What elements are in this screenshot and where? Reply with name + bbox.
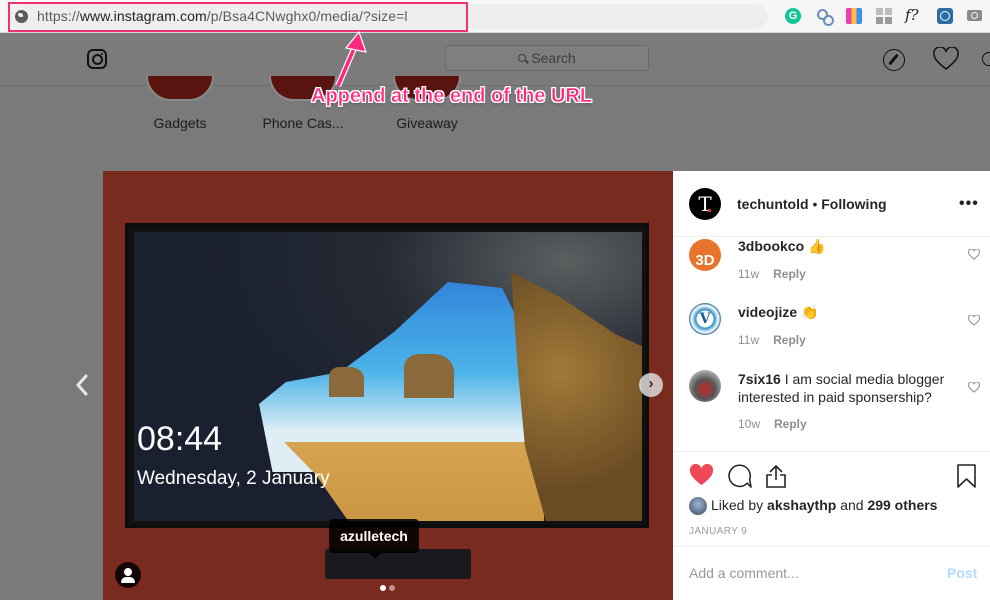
annotation-arrow-icon [335, 30, 367, 88]
save-bookmark-icon[interactable] [957, 464, 976, 488]
comment-like-heart-icon[interactable] [968, 382, 980, 393]
post-comment-button[interactable]: Post [947, 565, 977, 581]
comment-text: 7six16 I am social media blogger interes… [738, 370, 948, 406]
search-placeholder: Search [531, 50, 576, 66]
sea-stack [404, 354, 454, 398]
comment-age: 11w [738, 267, 760, 281]
comment-like-heart-icon[interactable] [968, 249, 980, 260]
comment-age: 10w [738, 417, 761, 431]
search-input[interactable]: Search [445, 45, 649, 71]
like-heart-icon[interactable] [689, 464, 714, 487]
owner-line: techuntold • Following [737, 196, 887, 212]
comment-text: videojize 👏 [738, 303, 948, 321]
highlight-label: Gadgets [153, 115, 207, 131]
comment-avatar[interactable]: 3D [689, 239, 721, 271]
carousel-dot-active [380, 585, 386, 591]
comment-avatar[interactable] [689, 370, 721, 402]
liked-by-prefix: Liked by [711, 497, 764, 513]
tv-stand [325, 549, 471, 579]
comment-username[interactable]: 3dbookco [738, 238, 804, 254]
owner-username[interactable]: techuntold [737, 196, 809, 212]
tv-image: 08:44 Wednesday, 2 January [125, 223, 649, 528]
post-header: T techuntold • Following ••• [673, 171, 990, 237]
url-highlight-box [8, 2, 468, 32]
add-comment-bar: Post [673, 546, 990, 600]
separator: • [812, 196, 818, 212]
explore-compass-icon[interactable] [883, 49, 905, 71]
sea-stack [329, 367, 364, 397]
owner-avatar[interactable]: T [689, 188, 721, 220]
more-options-icon[interactable]: ••• [959, 195, 979, 213]
lock-screen: 08:44 Wednesday, 2 January [134, 232, 642, 521]
post-sidebar: T techuntold • Following ••• 3D 3dbookco… [673, 171, 990, 600]
post-photo[interactable]: 08:44 Wednesday, 2 January azulletech [103, 171, 673, 600]
carousel-dot [389, 585, 395, 591]
link-icon[interactable] [816, 8, 834, 26]
comment-body: 👍 [808, 238, 826, 254]
previous-post-chevron-icon[interactable] [75, 373, 89, 397]
lock-time: 08:44 [137, 420, 223, 458]
likes-summary: Liked by akshaythp and 299 others [689, 497, 937, 516]
annotation-text: Append at the end of the URL [311, 85, 593, 108]
activity-heart-icon[interactable] [933, 47, 959, 71]
comments-list[interactable]: 3D 3dbookco 👍 11w Reply V videojize 👏 11w… [673, 237, 990, 451]
comment-meta: 10w Reply [738, 417, 807, 431]
search-icon [518, 54, 527, 62]
comment-meta: 11w Reply [738, 267, 806, 281]
comment-age: 11w [738, 333, 760, 347]
post-actions: Liked by akshaythp and 299 others JANUAR… [673, 451, 990, 546]
instagram-logo-icon[interactable] [87, 49, 107, 69]
comment-username[interactable]: 7six16 [738, 371, 781, 387]
share-icon[interactable] [765, 464, 787, 489]
next-image-button[interactable]: › [639, 373, 663, 397]
lock-date: Wednesday, 2 January [137, 468, 330, 489]
liked-by-and: and [840, 497, 864, 513]
carousel-indicator [380, 578, 398, 596]
liked-others-link[interactable]: 299 others [867, 497, 937, 513]
post-date[interactable]: JANUARY 9 [689, 526, 747, 537]
post-modal: 08:44 Wednesday, 2 January azulletech T … [103, 171, 990, 600]
reply-button[interactable]: Reply [774, 417, 807, 431]
profile-icon[interactable] [982, 52, 990, 66]
liker-avatar[interactable] [689, 497, 707, 516]
liked-by-user[interactable]: akshaythp [767, 497, 836, 513]
comment-text: 3dbookco 👍 [738, 237, 948, 255]
camera-icon[interactable] [967, 10, 982, 21]
comment-username[interactable]: videojize [738, 304, 797, 320]
comment-body: 👏 [801, 304, 819, 320]
grid-icon[interactable] [876, 8, 892, 24]
grammarly-icon[interactable]: G [785, 8, 801, 24]
browser-toolbar: https://www.instagram.com/p/Bsa4CNwghx0/… [0, 0, 990, 33]
comment-meta: 11w Reply [738, 333, 806, 347]
following-button[interactable]: Following [821, 196, 886, 212]
comment-like-heart-icon[interactable] [968, 315, 980, 326]
user-tag-label[interactable]: azulletech [329, 519, 419, 559]
reply-button[interactable]: Reply [773, 333, 806, 347]
comment-avatar[interactable]: V [689, 303, 721, 335]
reply-button[interactable]: Reply [773, 267, 806, 281]
safari-compass-icon[interactable] [937, 8, 953, 24]
comment-input[interactable] [689, 565, 919, 581]
color-picker-icon[interactable] [846, 8, 862, 24]
highlight-label: Phone Cas... [262, 115, 344, 131]
highlight-label: Giveaway [396, 115, 458, 131]
comment-bubble-icon[interactable] [727, 464, 752, 489]
highlight-thumbnail [146, 76, 214, 101]
font-identifier-icon[interactable]: f? [905, 6, 929, 24]
user-tag-icon[interactable] [115, 562, 141, 588]
